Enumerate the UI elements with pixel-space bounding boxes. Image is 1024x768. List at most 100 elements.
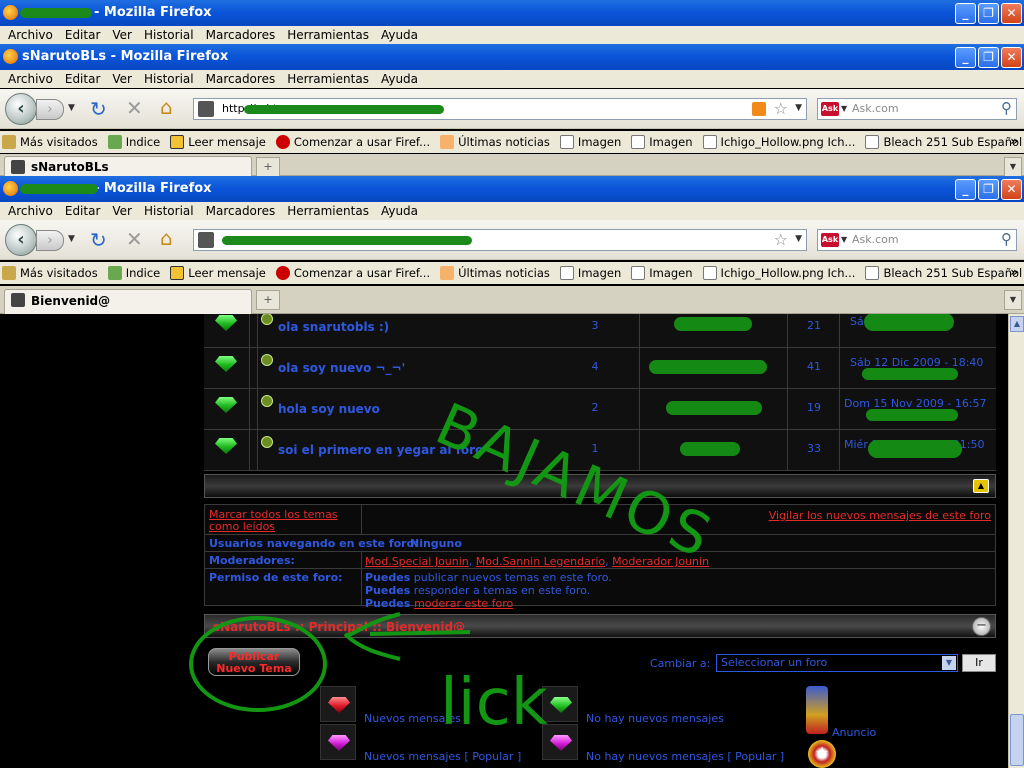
bookmark-bleach[interactable]: Bleach 251 Sub Español — [865, 135, 1022, 149]
topic-title-link[interactable]: soi el primero en yegar al foro — [278, 443, 483, 457]
menu-ayuda[interactable]: Ayuda — [375, 202, 424, 220]
menu-historial[interactable]: Historial — [138, 26, 200, 44]
chevron-more-icon[interactable]: » — [1010, 134, 1018, 148]
rss-icon[interactable] — [752, 102, 766, 116]
bookmark-indice[interactable]: Indice — [107, 266, 160, 280]
table-row[interactable]: ola snarutobls :) 3 21 Sá — [204, 314, 996, 348]
menu-historial[interactable]: Historial — [138, 202, 200, 220]
menu-historial[interactable]: Historial — [138, 70, 200, 88]
menu-archivo[interactable]: Archivo — [2, 202, 59, 220]
menu-ver[interactable]: Ver — [106, 70, 138, 88]
bookmark-mas-visitados[interactable]: Más visitados — [2, 135, 98, 149]
scroll-thumb[interactable] — [1010, 714, 1024, 766]
menu-editar[interactable]: Editar — [59, 26, 107, 44]
close-button[interactable]: ✕ — [1001, 47, 1022, 68]
bookmark-star-icon[interactable]: ☆ — [774, 230, 788, 249]
menu-herramientas[interactable]: Herramientas — [281, 26, 375, 44]
search-icon[interactable]: ⚲ — [1001, 99, 1012, 117]
go-button[interactable]: Ir — [962, 654, 996, 672]
new-tab-button[interactable]: + — [256, 290, 280, 310]
minimize-button[interactable]: _ — [955, 47, 976, 68]
back-button[interactable]: ‹ — [5, 93, 37, 125]
bookmark-imagen-2[interactable]: Imagen — [631, 135, 693, 149]
back-button[interactable]: ‹ — [5, 224, 37, 256]
ask-logo-icon[interactable]: Ask — [821, 233, 839, 247]
bookmark-bleach[interactable]: Bleach 251 Sub Español — [865, 266, 1022, 280]
watch-forum-link[interactable]: Vigilar los nuevos mensajes de este foro — [769, 509, 991, 522]
search-engine-dropdown-icon[interactable]: ▼ — [841, 104, 847, 113]
moderator-link[interactable]: Mod.Sannin Legendario — [476, 555, 605, 568]
bookmark-ichigo[interactable]: Ichigo_Hollow.png Ich... — [702, 266, 855, 280]
menu-editar[interactable]: Editar — [59, 202, 107, 220]
close-button[interactable]: ✕ — [1001, 179, 1022, 200]
ask-logo-icon[interactable]: Ask — [821, 102, 839, 116]
history-dropdown-icon[interactable]: ▼ — [68, 103, 75, 113]
scroll-up-icon[interactable]: ▲ — [1010, 316, 1024, 332]
home-icon[interactable]: ⌂ — [160, 95, 173, 119]
forward-button[interactable]: › — [36, 230, 64, 251]
menu-editar[interactable]: Editar — [59, 70, 107, 88]
bookmark-comenzar[interactable]: Comenzar a usar Firef... — [275, 135, 430, 149]
search-input[interactable]: Ask.com — [852, 233, 899, 246]
chevron-more-icon[interactable]: » — [1010, 265, 1018, 279]
bookmark-imagen-1[interactable]: Imagen — [559, 135, 621, 149]
bookmark-star-icon[interactable]: ☆ — [774, 99, 788, 118]
url-bar[interactable]: ☆ ▼ — [193, 229, 807, 251]
menu-ayuda[interactable]: Ayuda — [375, 70, 424, 88]
menu-herramientas[interactable]: Herramientas — [281, 202, 375, 220]
bookmark-imagen-1[interactable]: Imagen — [559, 266, 621, 280]
table-row[interactable]: soi el primero en yegar al foro 1 33 Mié… — [204, 430, 996, 471]
bookmark-indice[interactable]: Indice — [107, 135, 160, 149]
menu-ver[interactable]: Ver — [106, 202, 138, 220]
bookmark-leer-mensaje[interactable]: Leer mensaje — [170, 266, 266, 280]
tab-bienvenido[interactable]: Bienvenid@ — [4, 289, 252, 314]
topic-title-link[interactable]: ola soy nuevo ¬_¬' — [278, 361, 405, 375]
bookmark-ichigo[interactable]: Ichigo_Hollow.png Ich... — [702, 135, 855, 149]
mark-all-read-link[interactable]: Marcar todos los temas como leídos — [209, 509, 349, 533]
reload-icon[interactable]: ↻ — [90, 97, 107, 121]
stop-icon[interactable]: ✕ — [126, 227, 143, 251]
back-to-top-icon[interactable]: ▲ — [973, 479, 989, 493]
tab-snarutobls[interactable]: sNarutoBLs — [4, 156, 252, 176]
search-bar[interactable]: Ask ▼ Ask.com ⚲ — [817, 98, 1017, 120]
menu-ver[interactable]: Ver — [106, 26, 138, 44]
window-titlebar-2[interactable]: sNarutoBLs - Mozilla Firefox _ ❐ ✕ — [0, 44, 1024, 70]
vertical-scrollbar[interactable]: ▲ — [1008, 314, 1024, 768]
close-button[interactable]: ✕ — [1001, 3, 1022, 24]
window-titlebar-3[interactable]: - Mozilla Firefox _ ❐ ✕ — [0, 176, 1024, 202]
bookmark-comenzar[interactable]: Comenzar a usar Firef... — [275, 266, 430, 280]
reload-icon[interactable]: ↻ — [90, 228, 107, 252]
menu-archivo[interactable]: Archivo — [2, 26, 59, 44]
moderate-forum-link[interactable]: moderar este foro — [414, 597, 513, 610]
bookmark-imagen-2[interactable]: Imagen — [631, 266, 693, 280]
minimize-button[interactable]: _ — [955, 179, 976, 200]
window-titlebar-1[interactable]: - Mozilla Firefox _ ❐ ✕ — [0, 0, 1024, 26]
menu-marcadores[interactable]: Marcadores — [200, 26, 282, 44]
bookmark-mas-visitados[interactable]: Más visitados — [2, 266, 98, 280]
moderator-link[interactable]: Mod.Special Jounin — [365, 555, 469, 568]
menu-marcadores[interactable]: Marcadores — [200, 202, 282, 220]
url-bar[interactable]: http://...htm ☆ ▼ — [193, 98, 807, 120]
forum-select[interactable]: Seleccionar un foro ▼ — [716, 654, 958, 672]
search-input[interactable]: Ask.com — [852, 102, 899, 115]
topic-title-link[interactable]: hola soy nuevo — [278, 402, 380, 416]
collapse-icon[interactable]: − — [972, 617, 991, 636]
new-topic-button[interactable]: Publicar Nuevo Tema — [208, 648, 300, 676]
bookmark-ultimas-noticias[interactable]: Últimas noticias — [440, 266, 550, 280]
chevron-down-icon[interactable]: ▼ — [942, 656, 956, 670]
search-bar[interactable]: Ask ▼ Ask.com ⚲ — [817, 229, 1017, 251]
moderator-link[interactable]: Moderador Jounin — [612, 555, 709, 568]
topic-title-link[interactable]: ola snarutobls :) — [278, 320, 389, 334]
home-icon[interactable]: ⌂ — [160, 226, 173, 250]
tab-list-button[interactable]: ▼ — [1004, 290, 1022, 310]
table-row[interactable]: hola soy nuevo 2 19 Dom 15 Nov 2009 - 16… — [204, 389, 996, 430]
url-dropdown-icon[interactable]: ▼ — [795, 103, 802, 113]
restore-button[interactable]: ❐ — [978, 47, 999, 68]
stop-icon[interactable]: ✕ — [126, 96, 143, 120]
new-tab-button[interactable]: + — [256, 157, 280, 177]
table-row[interactable]: ola soy nuevo ¬_¬' 4 41 Sáb 12 Dic 2009 … — [204, 348, 996, 389]
restore-button[interactable]: ❐ — [978, 179, 999, 200]
forward-button[interactable]: › — [36, 99, 64, 120]
search-icon[interactable]: ⚲ — [1001, 230, 1012, 248]
history-dropdown-icon[interactable]: ▼ — [68, 234, 75, 244]
